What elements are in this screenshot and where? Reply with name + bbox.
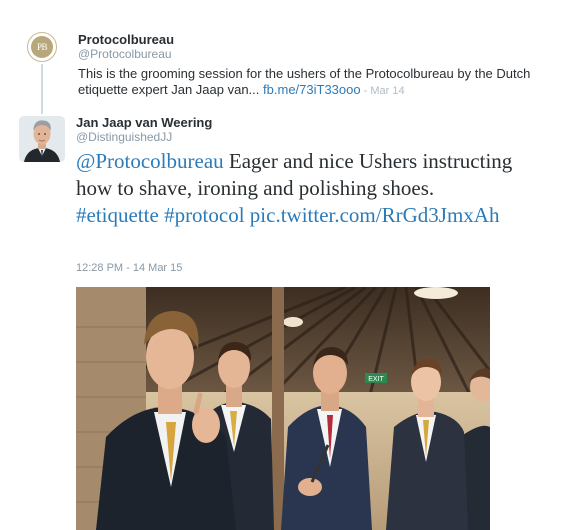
- author-name[interactable]: Jan Jaap van Weering: [76, 115, 212, 130]
- tweet-photo[interactable]: EXIT: [76, 287, 490, 530]
- parent-tweet-separator: -: [360, 85, 371, 97]
- conversation-thread-line: [41, 64, 43, 114]
- parent-tweet-date[interactable]: Mar 14: [370, 85, 404, 97]
- hashtag-protocol[interactable]: #protocol: [164, 203, 244, 227]
- exit-sign: EXIT: [368, 376, 384, 383]
- protocolbureau-logo: PB: [31, 36, 53, 58]
- photo-image: EXIT: [76, 287, 490, 530]
- author-handle[interactable]: @DistinguishedJJ: [76, 130, 172, 144]
- pic-link[interactable]: pic.twitter.com/RrGd3JmxAh: [250, 203, 500, 227]
- parent-tweet-link[interactable]: fb.me/73iT33ooo: [263, 82, 361, 97]
- protocolbureau-avatar[interactable]: PB: [27, 32, 57, 62]
- parent-tweet-text: This is the grooming session for the ush…: [78, 66, 538, 99]
- mention-link[interactable]: @Protocolbureau: [76, 149, 224, 173]
- tweet-text: @Protocolbureau Eager and nice Ushers in…: [76, 148, 516, 229]
- hashtag-etiquette[interactable]: #etiquette: [76, 203, 159, 227]
- parent-author-name[interactable]: Protocolbureau: [78, 32, 174, 47]
- parent-author-handle[interactable]: @Protocolbureau: [78, 47, 172, 61]
- tweet-timestamp[interactable]: 12:28 PM - 14 Mar 15: [76, 262, 182, 274]
- avatar-portrait: [19, 116, 65, 162]
- jan-jaap-avatar[interactable]: [19, 116, 65, 162]
